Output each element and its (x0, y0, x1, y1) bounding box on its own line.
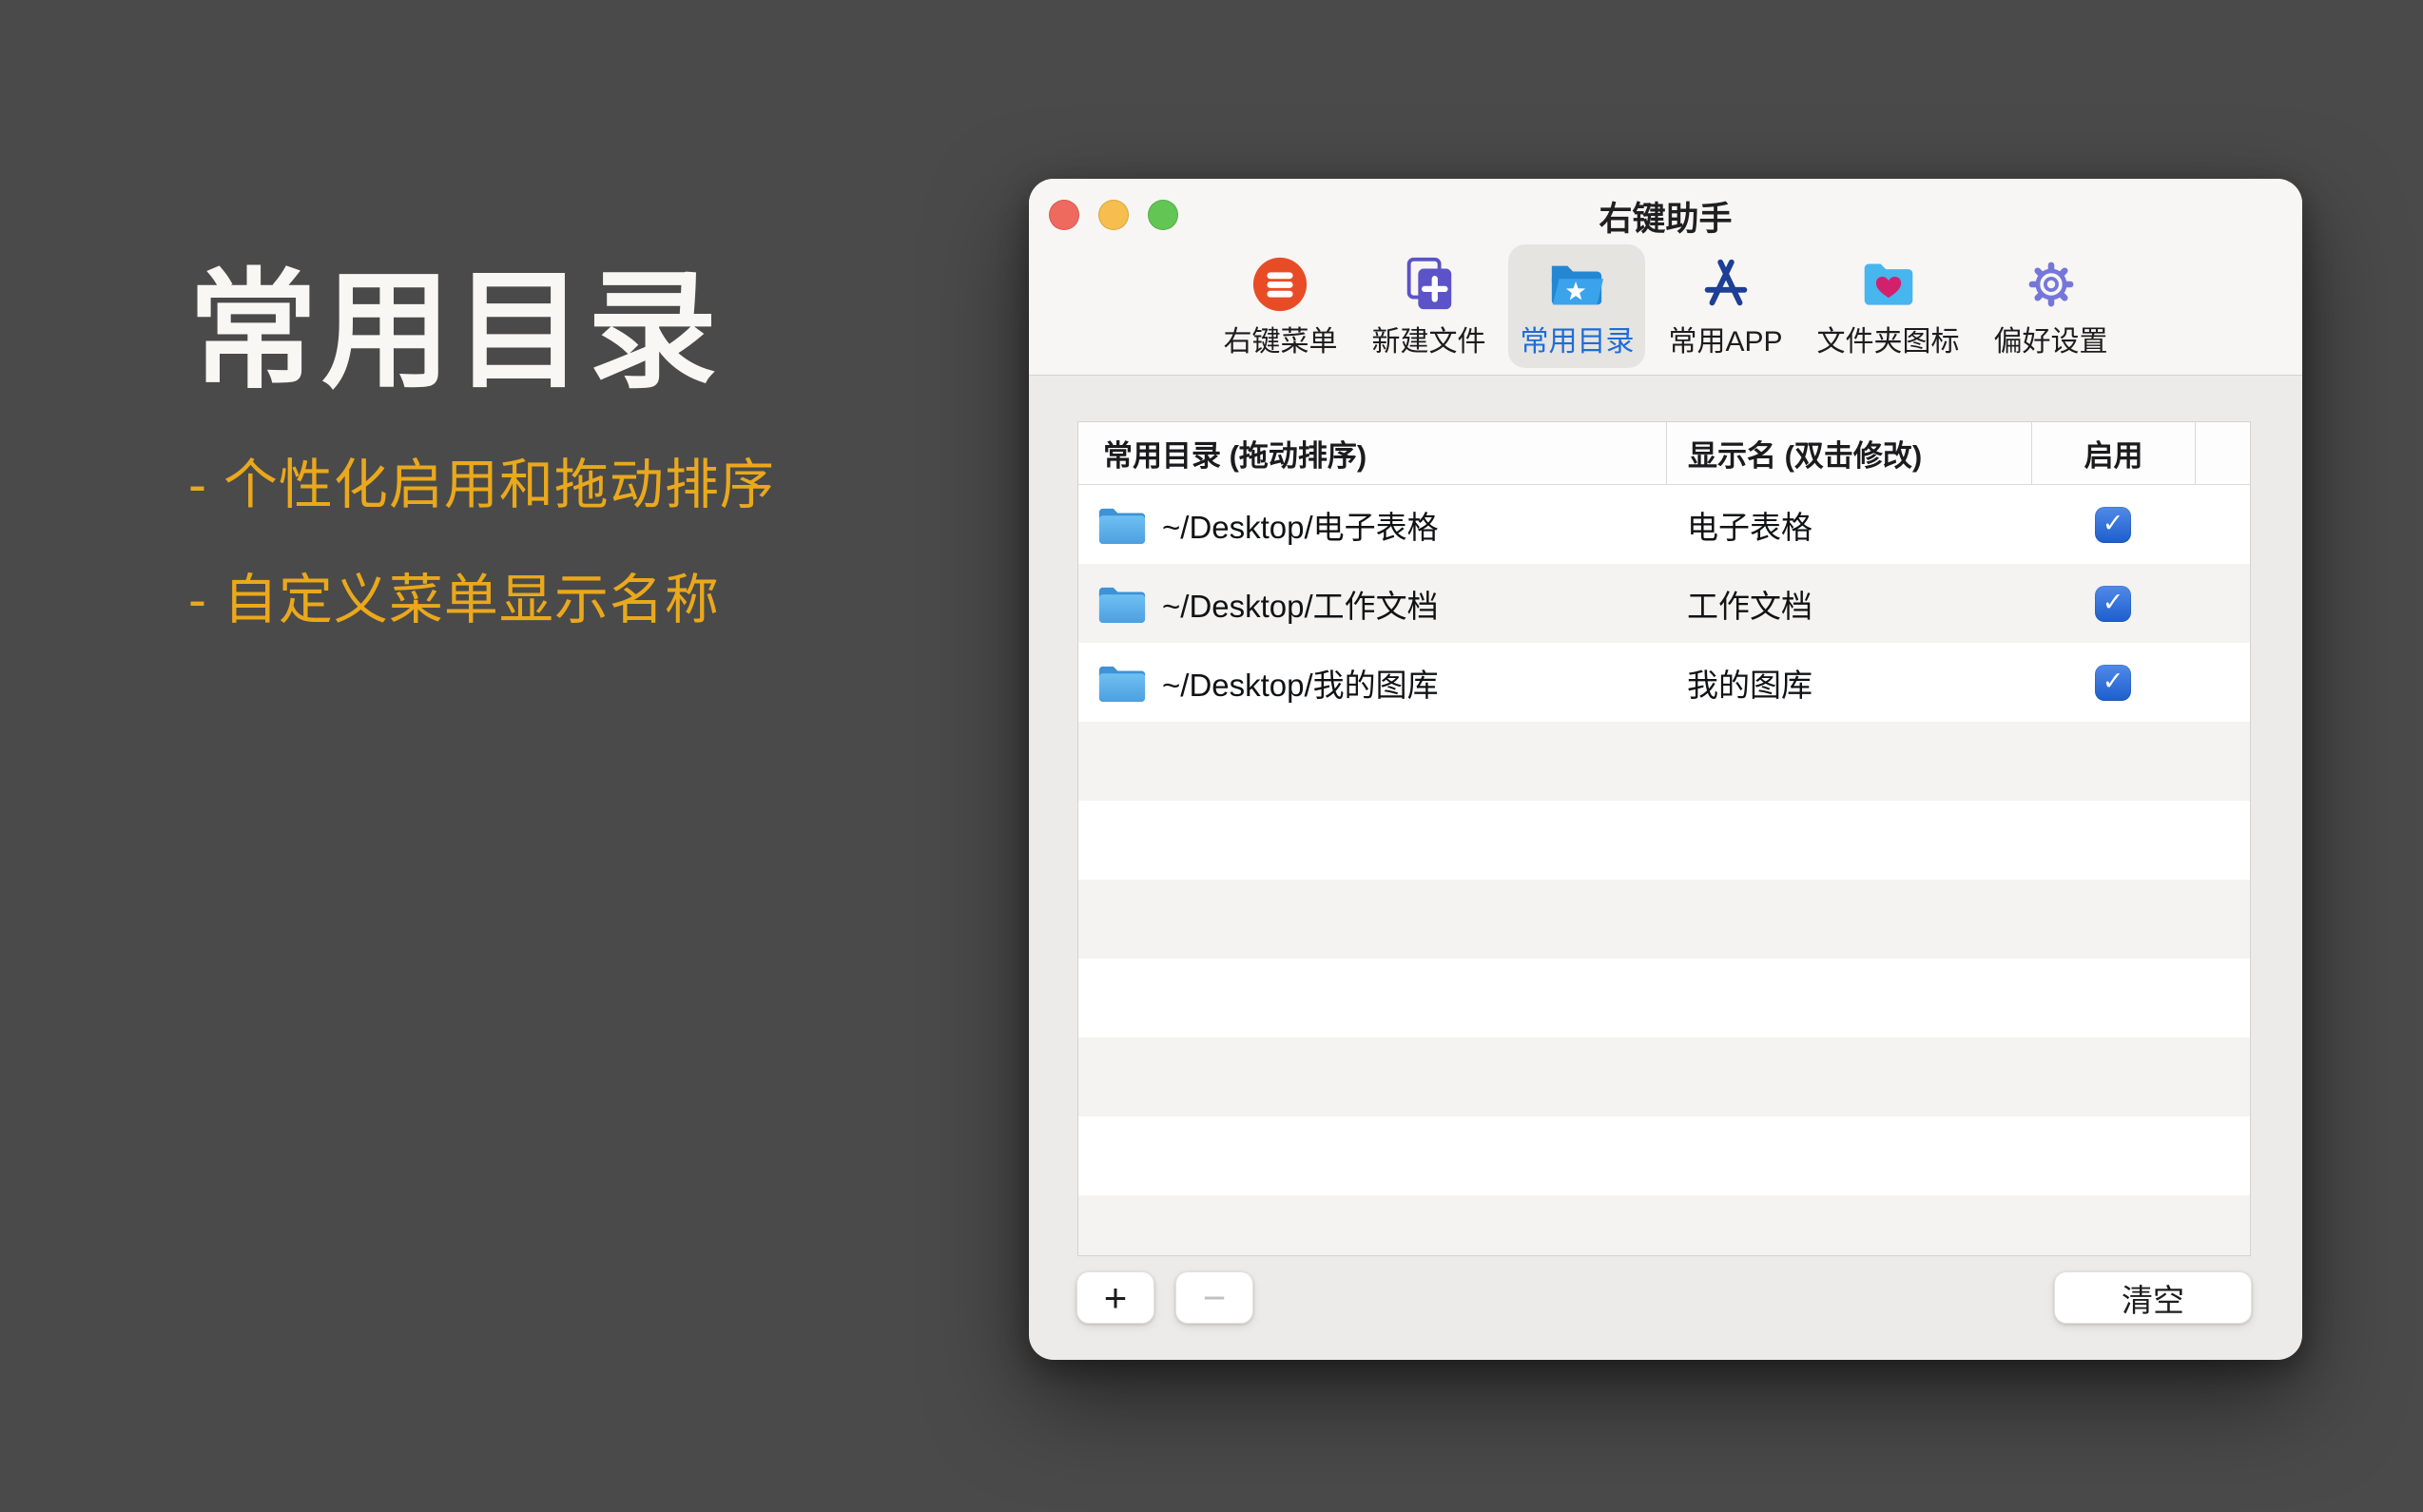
table-body: ~/Desktop/电子表格 电子表格 ✓ ~/Desktop/工作文档 (1078, 485, 2250, 1256)
toolbar-item-label: 偏好设置 (1994, 318, 2108, 359)
gear-icon (2020, 254, 2083, 315)
table-row[interactable]: ~/Desktop/工作文档 工作文档 ✓ (1078, 564, 2250, 643)
column-header-path: 常用目录 (拖动排序) (1078, 422, 1666, 484)
app-window: 右键助手 右键菜单 新建文件 常用目录 常用APP 文件夹图标 偏好设置 (1029, 179, 2302, 1360)
folder-star-icon (1545, 254, 1608, 315)
table-header: 常用目录 (拖动排序) 显示名 (双击修改) 启用 (1078, 422, 2250, 485)
folder-icon (1097, 662, 1147, 704)
toolbar-item-right-click-menu[interactable]: 右键菜单 (1212, 244, 1348, 368)
clear-button[interactable]: 清空 (2054, 1271, 2252, 1324)
table-empty-row (1078, 1195, 2250, 1256)
table-empty-row (1078, 722, 2250, 801)
table-row[interactable]: ~/Desktop/我的图库 我的图库 ✓ (1078, 643, 2250, 722)
toolbar-item-label: 右键菜单 (1223, 318, 1337, 359)
window-title: 右键助手 (1029, 192, 2302, 241)
table-empty-row (1078, 1116, 2250, 1195)
enabled-checkbox[interactable]: ✓ (2095, 507, 2131, 543)
toolbar-item-label: 常用目录 (1520, 318, 1634, 359)
new-file-icon (1397, 254, 1460, 315)
remove-button[interactable]: − (1175, 1271, 1253, 1324)
display-name: 我的图库 (1687, 660, 1812, 706)
toolbar: 右键菜单 新建文件 常用目录 常用APP 文件夹图标 偏好设置 (1029, 244, 2302, 368)
column-header-filler (2195, 422, 2250, 484)
table-empty-row (1078, 959, 2250, 1037)
display-name: 电子表格 (1687, 502, 1812, 548)
toolbar-item-folder-icons[interactable]: 文件夹图标 (1806, 244, 1971, 368)
app-store-icon (1695, 254, 1757, 315)
menu-list-icon (1249, 254, 1311, 315)
directories-table: 常用目录 (拖动排序) 显示名 (双击修改) 启用 ~/Desktop/电子表格… (1077, 421, 2251, 1256)
table-empty-row (1078, 1037, 2250, 1116)
display-name: 工作文档 (1687, 581, 1812, 627)
display-name-cell[interactable]: 电子表格 (1666, 485, 2031, 564)
directory-path: ~/Desktop/工作文档 (1162, 581, 1439, 627)
checkmark-icon: ✓ (2103, 669, 2124, 694)
promo-bullet: - 自定义菜单显示名称 (188, 573, 1044, 628)
toolbar-item-new-file[interactable]: 新建文件 (1360, 244, 1497, 368)
plus-icon: + (1104, 1275, 1128, 1321)
promo-panel: 常用目录 - 个性化启用和拖动排序 - 自定义菜单显示名称 (188, 257, 1044, 688)
table-empty-row (1078, 801, 2250, 880)
toolbar-item-label: 新建文件 (1371, 318, 1485, 359)
display-name-cell[interactable]: 我的图库 (1666, 643, 2031, 722)
table-empty-row (1078, 880, 2250, 959)
promo-bullets: - 个性化启用和拖动排序 - 自定义菜单显示名称 (188, 458, 1044, 628)
window-titlebar: 右键助手 右键菜单 新建文件 常用目录 常用APP 文件夹图标 偏好设置 (1029, 179, 2302, 376)
toolbar-item-common-directories[interactable]: 常用目录 (1508, 244, 1645, 368)
directory-path: ~/Desktop/电子表格 (1162, 502, 1439, 548)
toolbar-item-label: 文件夹图标 (1817, 318, 1960, 359)
minus-icon: − (1203, 1275, 1227, 1321)
display-name-cell[interactable]: 工作文档 (1666, 564, 2031, 643)
folder-heart-icon (1857, 254, 1920, 315)
enabled-checkbox[interactable]: ✓ (2095, 586, 2131, 622)
directory-path: ~/Desktop/我的图库 (1162, 660, 1439, 706)
enabled-checkbox[interactable]: ✓ (2095, 665, 2131, 701)
toolbar-item-common-apps[interactable]: 常用APP (1657, 244, 1793, 368)
column-header-enabled: 启用 (2031, 422, 2195, 484)
toolbar-item-label: 常用APP (1668, 318, 1782, 359)
add-button[interactable]: + (1076, 1271, 1154, 1324)
clear-button-label: 清空 (2122, 1275, 2184, 1321)
column-header-display-name: 显示名 (双击修改) (1666, 422, 2031, 484)
toolbar-item-preferences[interactable]: 偏好设置 (1983, 244, 2120, 368)
folder-icon (1097, 504, 1147, 546)
promo-title: 常用目录 (188, 257, 1044, 405)
promo-bullet: - 个性化启用和拖动排序 (188, 458, 1044, 513)
checkmark-icon: ✓ (2103, 511, 2124, 536)
checkmark-icon: ✓ (2103, 590, 2124, 615)
folder-icon (1097, 583, 1147, 625)
table-row[interactable]: ~/Desktop/电子表格 电子表格 ✓ (1078, 485, 2250, 564)
